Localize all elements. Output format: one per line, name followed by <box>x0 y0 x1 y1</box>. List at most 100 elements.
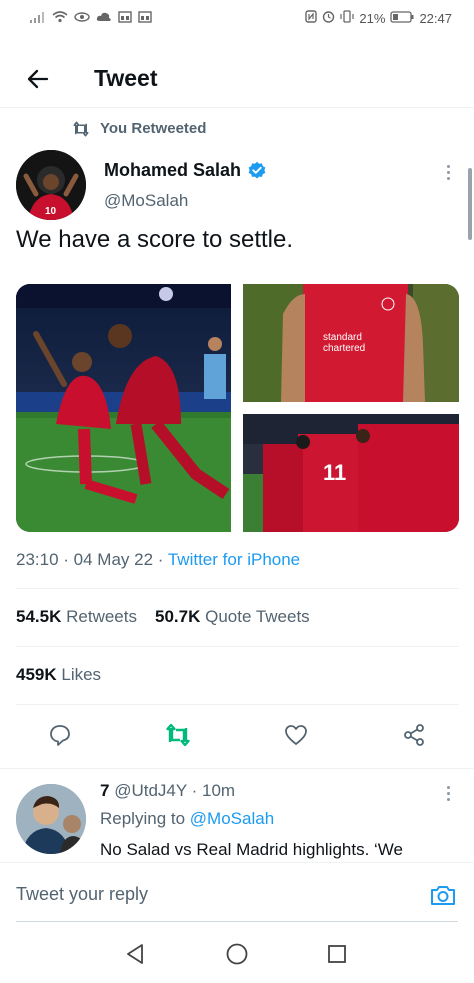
reply-author-handle: @UtdJ4Y <box>114 781 187 800</box>
meta-separator: · <box>186 781 203 800</box>
retweet-button[interactable] <box>161 718 195 752</box>
reply-avatar[interactable] <box>16 784 86 854</box>
retweet-icon <box>166 723 190 747</box>
quote-tweets-stat[interactable]: 50.7K Quote Tweets <box>155 607 310 627</box>
divider <box>16 588 459 589</box>
tweet-stats: 54.5K Retweets 50.7K Quote Tweets <box>16 607 310 627</box>
more-dot <box>446 176 450 180</box>
reply-button[interactable] <box>43 718 77 752</box>
media-photo-2[interactable]: standard chartered <box>243 284 459 402</box>
retweet-icon <box>73 121 89 136</box>
author-name: Mohamed Salah <box>104 160 242 180</box>
eye-icon <box>74 11 90 26</box>
clock: 22:47 <box>419 10 452 26</box>
retweets-label: Retweets <box>66 607 137 626</box>
tweet-media-grid: standard chartered 11 3 <box>16 284 459 532</box>
meta-separator: · <box>153 550 168 569</box>
team-huddle-photo: 11 3 <box>243 414 459 532</box>
replying-to-mention[interactable]: @MoSalah <box>190 809 274 828</box>
reply-header[interactable]: 7 @UtdJ4Y · 10m <box>100 781 235 801</box>
heart-icon <box>285 725 307 745</box>
cloud-icon <box>96 11 112 26</box>
likes-count: 459K <box>16 665 57 684</box>
triangle-back-icon <box>127 944 143 964</box>
jersey-number-1: 11 <box>323 460 346 485</box>
status-left <box>30 10 152 26</box>
divider <box>16 704 459 705</box>
status-right: 21% 22:47 <box>305 10 452 26</box>
battery-icon <box>390 10 414 26</box>
tweet-text: We have a score to settle. <box>16 226 294 253</box>
jersey-closeup-photo: standard chartered <box>243 284 459 402</box>
reply-text: No Salad vs Real Madrid highlights. ‘We <box>100 840 403 859</box>
avatar-image: 10 <box>16 150 86 220</box>
wifi-icon <box>52 10 68 26</box>
more-options-button[interactable] <box>438 160 458 184</box>
signal-icon <box>30 11 46 26</box>
nav-home-button[interactable] <box>222 939 252 969</box>
media-photo-1[interactable] <box>16 284 231 532</box>
divider <box>0 768 474 769</box>
system-nav-bar <box>0 925 474 983</box>
vibrate-icon <box>340 10 355 26</box>
more-dots-icon <box>446 164 450 168</box>
camera-button[interactable] <box>428 881 458 909</box>
reply-input[interactable] <box>16 877 416 911</box>
avatar-image <box>16 784 86 854</box>
circle-home-icon <box>226 943 248 965</box>
svg-text:chartered: chartered <box>323 343 365 354</box>
reply-time: 10m <box>202 781 236 800</box>
quote-tweets-label: Quote Tweets <box>205 607 310 626</box>
nav-back-button[interactable] <box>120 939 150 969</box>
alarm-icon <box>322 10 335 26</box>
author-avatar[interactable]: 10 <box>16 150 86 220</box>
tweet-actions <box>0 718 474 758</box>
camera-icon <box>431 886 455 905</box>
square-recents-icon <box>328 945 346 963</box>
more-dot <box>446 791 450 795</box>
compose-bar <box>0 862 474 924</box>
verified-badge-icon <box>248 161 266 178</box>
like-button[interactable] <box>279 718 313 752</box>
nav-recents-button[interactable] <box>322 939 352 969</box>
back-button[interactable] <box>18 59 58 99</box>
tweet-source-link[interactable]: Twitter for iPhone <box>168 550 300 569</box>
svg-text:10: 10 <box>45 206 57 217</box>
more-dot <box>446 797 450 801</box>
retweet-context[interactable]: You Retweeted <box>72 120 206 137</box>
author-handle: @MoSalah <box>104 191 189 210</box>
status-bar: 21% 22:47 <box>0 0 474 36</box>
tweet-time: 23:10 <box>16 550 59 569</box>
replying-to-prefix: Replying to <box>100 809 186 828</box>
retweets-count: 54.5K <box>16 607 62 626</box>
tweet-date: 04 May 22 <box>73 550 154 569</box>
author-name-row[interactable]: Mohamed Salah <box>104 160 267 181</box>
app-header: Tweet <box>0 50 474 108</box>
share-icon <box>404 724 424 746</box>
divider <box>16 646 459 647</box>
media-photo-3[interactable]: 11 3 <box>243 414 459 532</box>
reply-icon <box>50 725 70 746</box>
nfc-icon <box>305 10 318 26</box>
svg-text:standard: standard <box>323 332 362 343</box>
image-icon <box>118 10 132 26</box>
reply-author-name: 7 <box>100 781 110 800</box>
arrow-left-icon <box>27 69 49 88</box>
compose-underline <box>16 921 458 922</box>
page-title: Tweet <box>94 65 158 91</box>
image-icon-2 <box>138 10 152 26</box>
replying-to: Replying to @MoSalah <box>100 809 274 829</box>
likes-stat[interactable]: 459K Likes <box>16 665 101 685</box>
scrollbar[interactable] <box>468 168 472 240</box>
tweet-meta: 23:10 · 04 May 22 · Twitter for iPhone <box>16 550 300 570</box>
quote-tweets-count: 50.7K <box>154 607 201 626</box>
retweet-context-label: You Retweeted <box>100 120 207 137</box>
reply-more-options-button[interactable] <box>438 781 458 805</box>
battery-percent: 21% <box>359 10 386 26</box>
more-dots-icon <box>446 785 450 789</box>
likes-label: Likes <box>61 665 102 684</box>
share-button[interactable] <box>397 718 431 752</box>
meta-separator: · <box>58 550 74 569</box>
retweets-stat[interactable]: 54.5K Retweets <box>16 607 137 627</box>
celebration-photo <box>16 284 231 532</box>
